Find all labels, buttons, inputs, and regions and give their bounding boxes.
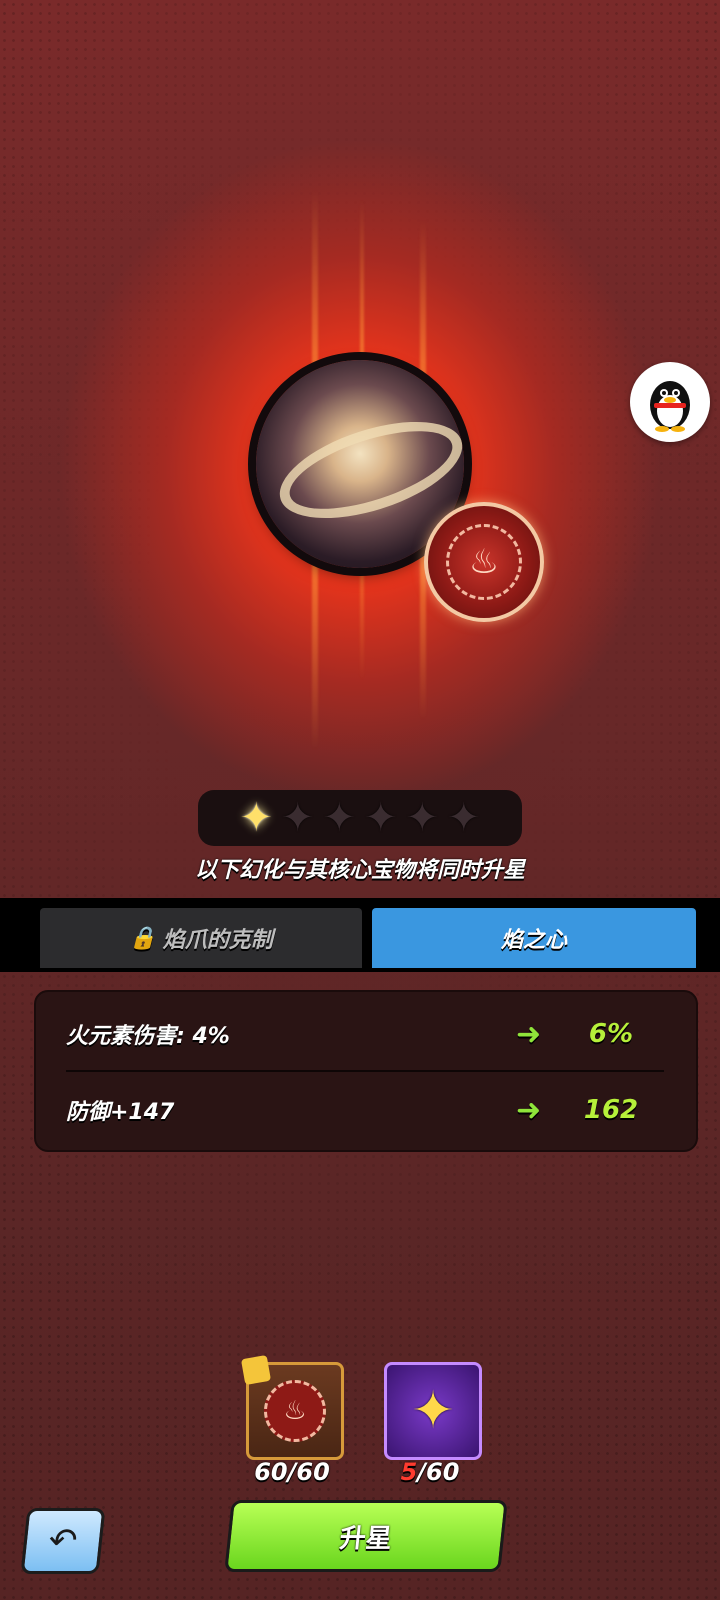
tab-label: 焰爪的克制: [162, 928, 273, 953]
material-slot-fire-coin[interactable]: ♨: [240, 1354, 344, 1460]
tab-flame-claw[interactable]: 🔒 焰爪的克制: [40, 908, 362, 968]
stat-label: 火元素伤害: 4%: [66, 1024, 230, 1049]
tab-bar: 🔒 焰爪的克制 焰之心: [0, 898, 720, 972]
gold-star-icon: ✦: [411, 1381, 455, 1441]
star-icon-empty: ✦: [447, 795, 481, 841]
material-count: 60/60: [254, 1458, 330, 1486]
upgrade-button-label: 升星: [338, 1523, 394, 1554]
star-icon-empty: ✦: [405, 795, 440, 841]
material-need: /60: [417, 1458, 460, 1486]
divider: [66, 1070, 664, 1072]
star-icon-empty: ✦: [280, 795, 315, 841]
tab-flame-heart[interactable]: 焰之心: [372, 908, 696, 968]
flame-icon: ♨: [446, 524, 522, 600]
material-slot-star[interactable]: ✦: [384, 1362, 482, 1460]
stat-new-value: 6%: [588, 1019, 634, 1049]
material-count: 5/60: [384, 1458, 476, 1486]
star-rating: ✦ ✦ ✦ ✦ ✦ ✦: [198, 790, 522, 846]
stat-panel: 火元素伤害: 4% ➜ 6% 防御+147 ➜ 162: [34, 990, 698, 1152]
material-have: 5: [400, 1458, 418, 1486]
penguin-glyph: [650, 381, 690, 432]
star-icon-filled: ✦: [239, 795, 273, 841]
fire-coin-icon: ♨: [264, 1380, 326, 1442]
back-arrow-icon: ↶: [46, 1521, 80, 1561]
upgrade-star-button[interactable]: 升星: [224, 1500, 508, 1572]
star-icon-empty: ✦: [322, 795, 356, 841]
upgrade-notice: 以下幻化与其核心宝物将同时升星: [194, 858, 525, 883]
puzzle-piece-icon: [240, 1354, 272, 1386]
qq-penguin-icon[interactable]: [630, 362, 710, 442]
back-button[interactable]: ↶: [20, 1508, 106, 1574]
arrow-right-icon: ➜: [516, 1016, 542, 1052]
lock-icon: 🔒: [129, 925, 157, 951]
stat-label: 防御+147: [66, 1100, 175, 1125]
arrow-right-icon: ➜: [516, 1092, 542, 1128]
core-treasure-coin-icon[interactable]: ♨: [424, 502, 544, 622]
stat-new-value: 162: [583, 1095, 639, 1125]
tab-label: 焰之心: [500, 928, 567, 953]
star-icon-empty: ✦: [364, 795, 398, 841]
stat-row: 防御+147 ➜ 162: [66, 1080, 666, 1140]
stat-row: 火元素伤害: 4% ➜ 6%: [66, 1004, 666, 1064]
